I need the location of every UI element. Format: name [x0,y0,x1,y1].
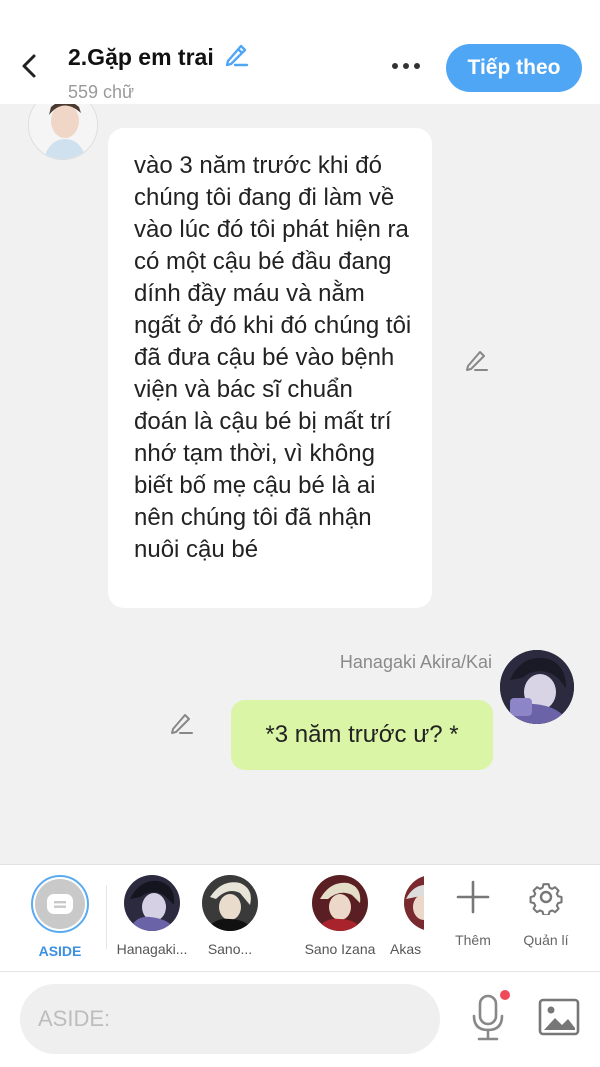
aside-avatar [31,875,89,933]
character-item[interactable]: Akas [390,875,424,957]
chevron-left-icon [22,54,36,78]
manage-label: Quản lí [523,932,569,948]
aside-avatar-inner [35,879,85,929]
insert-image-button[interactable] [538,998,580,1036]
message-bubble[interactable]: *3 năm trước ư? * [231,700,493,770]
top-bar: 2.Gặp em trai 559 chữ Tiếp theo [0,0,600,104]
dot-icon [392,63,398,69]
character-label: ASIDE [38,943,82,959]
add-label: Thêm [455,932,491,948]
character-aside[interactable]: ASIDE [18,875,102,959]
image-icon [538,998,580,1036]
message-text: vào 3 năm trước khi đó chúng tôi đang đi… [134,152,412,563]
message-bubble[interactable]: vào 3 năm trước khi đó chúng tôi đang đi… [108,128,432,608]
edit-message-button[interactable] [168,710,194,741]
character-portrait-icon [500,650,574,724]
avatar [124,875,180,931]
dot-icon [414,63,420,69]
input-bar [0,971,600,1067]
avatar[interactable] [28,104,98,160]
chat-area[interactable]: vào 3 năm trước khi đó chúng tôi đang đi… [0,104,600,864]
divider [106,885,107,949]
plus-icon [456,880,490,914]
sender-name: Hanagaki Akira/Kai [339,652,492,672]
word-count: 559 chữ [68,82,135,102]
recording-indicator-dot [500,990,510,1000]
pencil-icon[interactable] [222,40,250,74]
character-label: Sano Izana [304,941,376,957]
microphone-button[interactable] [468,992,508,1044]
character-item[interactable]: Sano Izana [298,875,382,957]
dot-icon [403,63,409,69]
character-label: Hanagaki... [116,941,188,957]
chapter-title[interactable]: 2.Gặp em trai [68,44,214,71]
message-input[interactable] [20,984,440,1054]
aside-icon [47,894,73,914]
avatar[interactable] [500,650,574,724]
add-character-button[interactable]: Thêm [443,879,503,948]
character-label: Sano... [207,941,253,957]
gear-icon [529,883,563,917]
character-item[interactable]: Sano... [188,875,272,957]
character-label: Akas [390,941,422,957]
avatar [404,875,424,931]
pencil-icon [466,351,488,371]
avatar [312,875,368,931]
message-text: *3 năm trước ư? * [265,721,459,748]
avatar [202,875,258,931]
title-block: 2.Gặp em trai 559 chữ [68,40,250,103]
pencil-icon [171,714,193,734]
next-button[interactable]: Tiếp theo [446,44,582,92]
character-bar: ASIDE Hanagaki... Sano... Sano Izana Aka… [0,864,600,971]
character-item[interactable]: Hanagaki... [110,875,194,957]
edit-message-button[interactable] [463,347,489,378]
manage-characters-button[interactable]: Quản lí [516,879,576,948]
character-portrait-icon [29,104,97,159]
more-options-button[interactable] [386,56,426,76]
back-button[interactable] [14,48,44,84]
microphone-icon [472,994,504,1041]
